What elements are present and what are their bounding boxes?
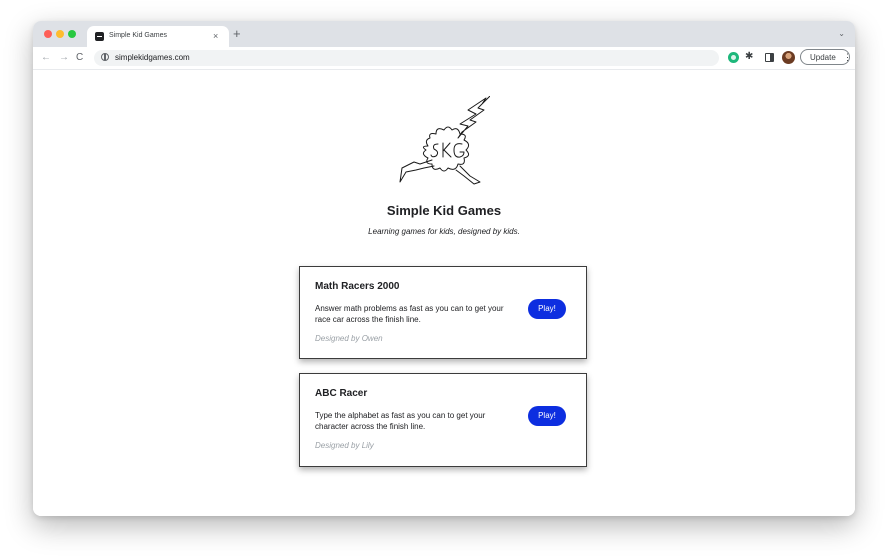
favicon-icon <box>95 32 104 41</box>
back-button[interactable]: ← <box>41 51 51 65</box>
play-button[interactable]: Play! <box>528 406 566 426</box>
maximize-window-button[interactable] <box>68 30 76 38</box>
game-description: Type the alphabet as fast as you can to … <box>315 411 486 431</box>
game-card-abc-racer: ABC Racer Type the alphabet as fast as y… <box>299 373 587 467</box>
avatar[interactable] <box>782 51 795 64</box>
reload-button[interactable]: C <box>76 51 83 65</box>
address-bar[interactable]: simplekidgames.com <box>94 50 719 66</box>
site-info-icon[interactable] <box>101 53 109 61</box>
game-credit: Designed by Owen <box>315 334 383 343</box>
minimize-window-button[interactable] <box>56 30 64 38</box>
tab-title: Simple Kid Games <box>109 32 167 39</box>
forward-button[interactable]: → <box>59 51 69 65</box>
browser-window: Simple Kid Games × + ⌄ ← → C simplekidga… <box>33 21 855 516</box>
side-panel-icon[interactable] <box>765 53 774 62</box>
game-title: ABC Racer <box>315 388 368 399</box>
logo-icon <box>399 96 490 185</box>
tab-strip: Simple Kid Games × + ⌄ <box>33 21 855 47</box>
update-button[interactable]: Update ⋮ <box>800 49 852 65</box>
game-description: Answer math problems as fast as you can … <box>315 304 504 324</box>
tab-simple-kid-games[interactable]: Simple Kid Games × <box>87 26 229 47</box>
url-text[interactable]: simplekidgames.com <box>115 53 190 62</box>
menu-icon: ⋮ <box>843 52 852 62</box>
page-tagline: Learning games for kids, designed by kid… <box>368 227 520 236</box>
game-credit: Designed by Lily <box>315 441 374 450</box>
close-window-button[interactable] <box>44 30 52 38</box>
game-title: Math Racers 2000 <box>315 281 400 292</box>
page-content: Simple Kid Games Learning games for kids… <box>33 70 855 516</box>
tab-search-chevron-icon[interactable]: ⌄ <box>838 29 845 38</box>
game-card-math-racers: Math Racers 2000 Answer math problems as… <box>299 266 587 359</box>
new-tab-button[interactable]: + <box>233 27 241 41</box>
page-title: Simple Kid Games <box>386 203 502 218</box>
play-button[interactable]: Play! <box>528 299 566 319</box>
puzzle-icon[interactable]: ✱ <box>745 50 753 64</box>
tab-close-icon[interactable]: × <box>213 30 218 42</box>
browser-toolbar: ← → C simplekidgames.com ✱ Update ⋮ <box>33 47 855 70</box>
update-label: Update <box>810 53 836 62</box>
extension-icon[interactable] <box>728 52 739 63</box>
